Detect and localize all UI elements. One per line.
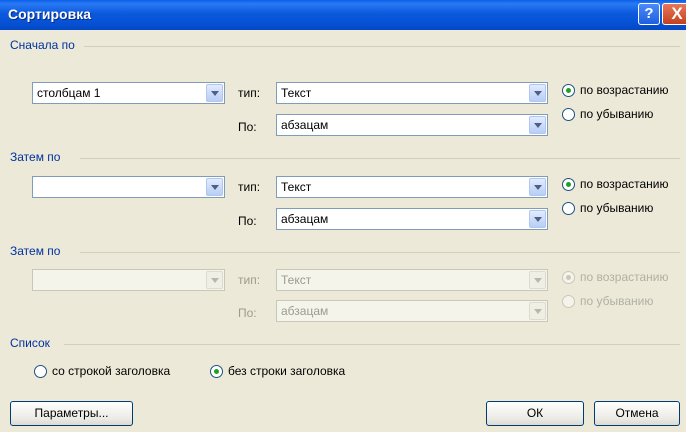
first-asc-label[interactable]: по возрастанию (580, 83, 669, 97)
third-asc-label: по возрастанию (580, 270, 669, 284)
first-type-label: тип: (238, 86, 261, 100)
third-by-combo: абзацам (276, 300, 548, 322)
with-header-radio[interactable] (34, 365, 47, 378)
chevron-down-icon[interactable] (206, 84, 223, 102)
chevron-down-icon[interactable] (529, 84, 546, 102)
first-sort-group-label: Сначала по (10, 38, 75, 52)
first-sort-field-combo[interactable]: столбцам 1 (32, 82, 225, 104)
first-sort-field-value: столбцам 1 (37, 86, 101, 100)
third-desc-radio (562, 295, 575, 308)
second-type-label: тип: (238, 180, 261, 194)
first-desc-radio[interactable] (562, 108, 575, 121)
title-bar: Сортировка ? X (0, 0, 686, 30)
third-asc-radio (562, 271, 575, 284)
third-type-value: Текст (281, 273, 312, 287)
third-desc-label: по убыванию (580, 294, 654, 308)
cancel-button[interactable]: Отмена (594, 401, 680, 426)
third-sort-field-combo (32, 269, 225, 291)
third-type-combo: Текст (276, 269, 548, 291)
window-title: Сортировка (8, 6, 91, 22)
first-by-value: абзацам (281, 118, 329, 132)
third-by-value: абзацам (281, 304, 329, 318)
chevron-down-icon[interactable] (529, 178, 546, 196)
second-sort-divider (80, 158, 680, 159)
chevron-down-icon (529, 302, 546, 320)
ok-button[interactable]: ОК (486, 401, 584, 426)
options-button[interactable]: Параметры... (10, 401, 133, 426)
chevron-down-icon (529, 271, 546, 289)
second-type-combo[interactable]: Текст (276, 176, 548, 198)
first-type-value: Текст (281, 86, 312, 100)
without-header-radio[interactable] (210, 365, 223, 378)
first-by-label: По: (238, 120, 257, 134)
with-header-label[interactable]: со строкой заголовка (52, 364, 170, 378)
third-type-label: тип: (238, 273, 261, 287)
third-sort-divider (80, 252, 680, 253)
first-asc-radio[interactable] (562, 84, 575, 97)
second-by-combo[interactable]: абзацам (276, 208, 548, 230)
first-by-combo[interactable]: абзацам (276, 114, 548, 136)
second-sort-group-label: Затем по (10, 150, 61, 164)
second-desc-label[interactable]: по убыванию (580, 201, 653, 215)
first-type-combo[interactable]: Текст (276, 82, 548, 104)
second-by-label: По: (238, 214, 257, 228)
second-by-value: абзацам (281, 212, 329, 226)
second-sort-field-combo[interactable] (32, 176, 225, 198)
second-asc-radio[interactable] (562, 178, 575, 191)
chevron-down-icon[interactable] (529, 116, 546, 134)
chevron-down-icon[interactable] (529, 210, 546, 228)
list-divider (64, 344, 680, 345)
help-button[interactable]: ? (638, 3, 660, 25)
chevron-down-icon (206, 271, 223, 289)
third-by-label: По: (238, 306, 257, 320)
first-sort-divider (84, 46, 680, 47)
third-sort-group-label: Затем по (10, 244, 61, 258)
chevron-down-icon[interactable] (206, 178, 223, 196)
without-header-label[interactable]: без строки заголовка (228, 364, 345, 378)
second-type-value: Текст (281, 180, 312, 194)
close-button[interactable]: X (662, 3, 686, 25)
first-desc-label[interactable]: по убыванию (580, 107, 653, 121)
second-desc-radio[interactable] (562, 202, 575, 215)
list-group-label: Список (10, 336, 50, 350)
second-asc-label[interactable]: по возрастанию (580, 177, 669, 191)
